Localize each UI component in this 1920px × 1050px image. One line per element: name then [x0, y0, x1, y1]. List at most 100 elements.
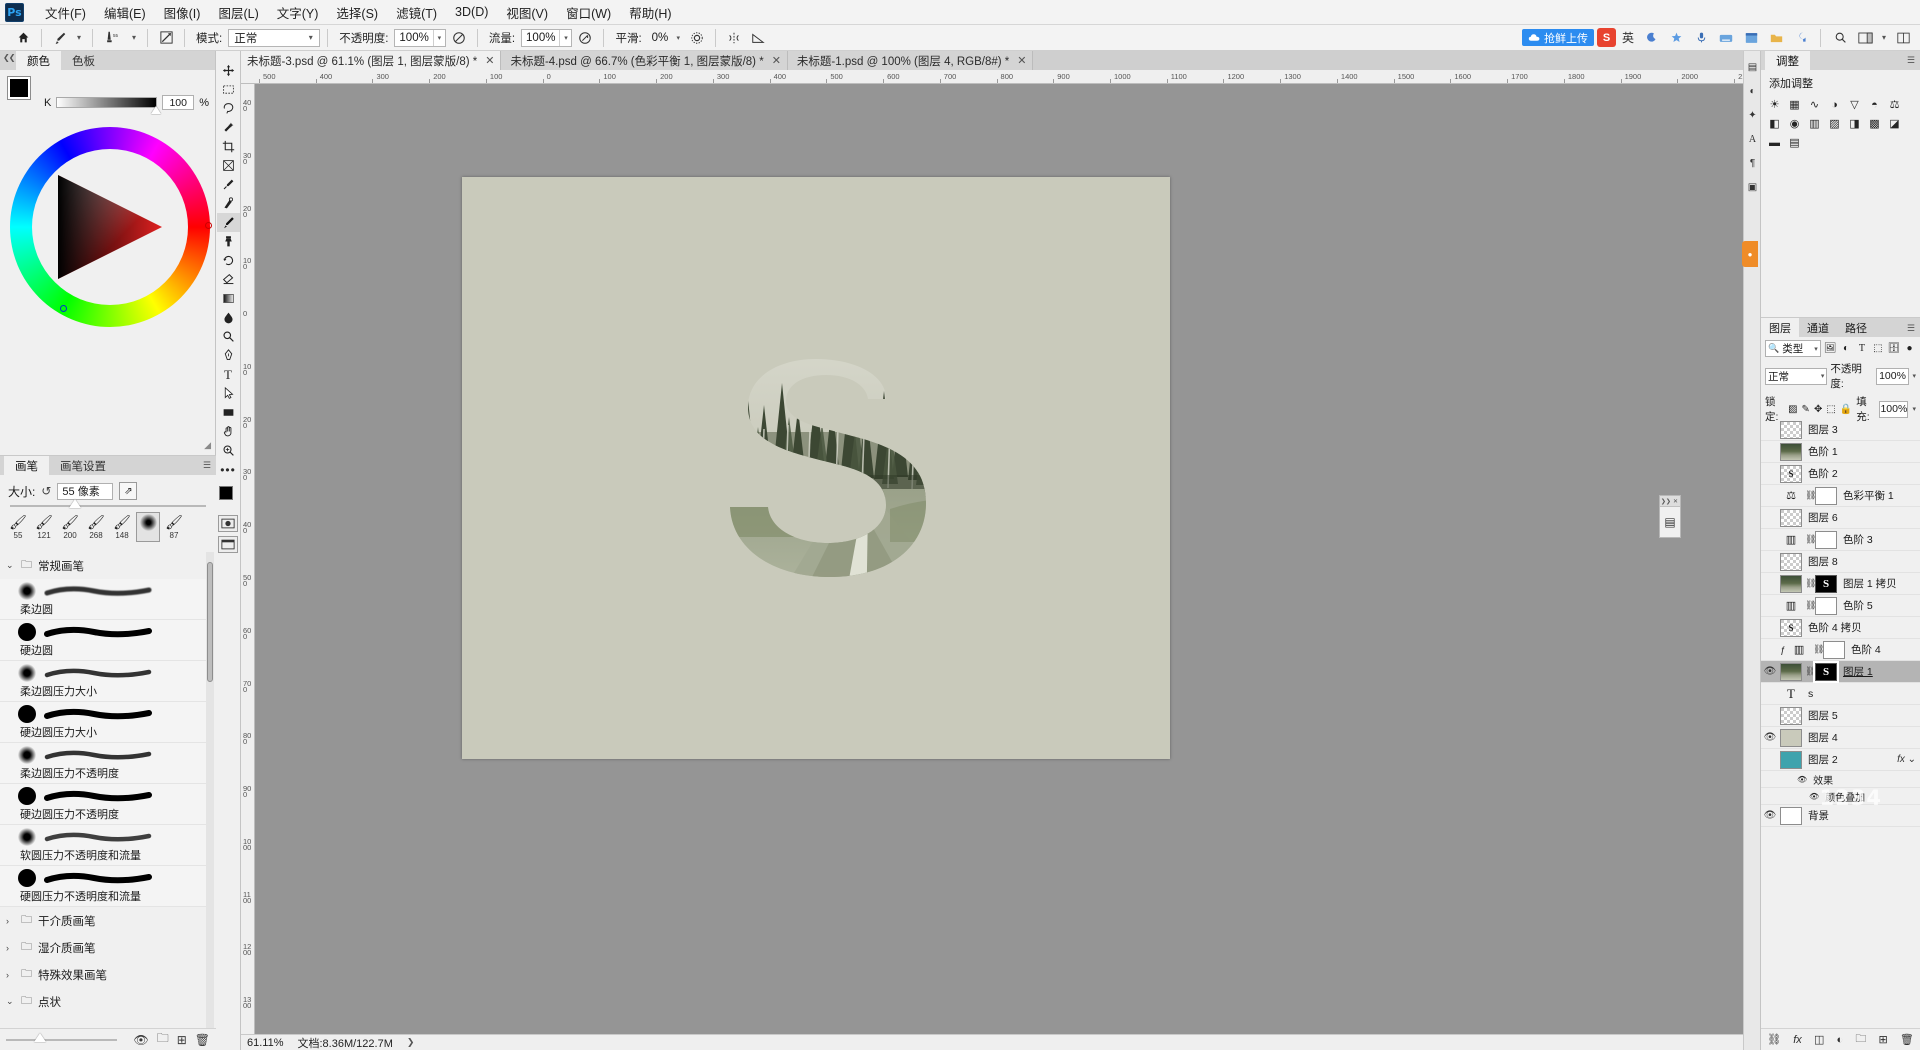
tab-adjustments[interactable]: 调整 — [1765, 51, 1810, 70]
character-icon[interactable]: A — [1744, 127, 1761, 151]
keyboard-icon[interactable] — [1715, 27, 1737, 49]
layer-thumbnail[interactable] — [1780, 662, 1802, 681]
slider-thumb[interactable] — [33, 1032, 46, 1042]
gear-icon[interactable] — [686, 27, 708, 49]
tab-layers[interactable]: 图层 — [1761, 318, 1799, 337]
delete-layer-icon[interactable]: 🗑 — [1900, 1033, 1914, 1046]
table-row[interactable]: 图层 8 — [1761, 551, 1920, 573]
tool-dodge[interactable] — [217, 327, 240, 346]
layer-thumbnail[interactable]: S — [1780, 464, 1802, 483]
panel-menu-icon[interactable]: ☰ — [1907, 323, 1915, 334]
paragraph-icon[interactable]: ¶ — [1744, 151, 1761, 175]
layer-thumbnail[interactable] — [1780, 706, 1802, 725]
styles-icon[interactable]: ✦ — [1744, 103, 1761, 127]
tool-history-brush[interactable] — [217, 251, 240, 270]
opacity-input[interactable]: 100% ▾ — [394, 28, 446, 47]
blend-mode-select[interactable]: 正常 ▾ — [228, 28, 321, 47]
brightness-icon[interactable]: ☀ — [1767, 97, 1782, 112]
artboard[interactable] — [462, 177, 1170, 759]
chevron-down-icon[interactable]: ▾ — [1912, 405, 1916, 413]
libraries-icon[interactable]: ▤ — [1744, 55, 1761, 79]
horizontal-ruler[interactable]: 500 400 300 200 100 0 100 200 300 400 500 600 700 800… — [241, 70, 1743, 84]
layer-name[interactable]: 图层 5 — [1805, 708, 1838, 723]
tool-quick-select[interactable] — [217, 118, 240, 137]
tool-type[interactable]: T — [217, 365, 240, 384]
preview-icon[interactable]: 👁 — [133, 1033, 148, 1047]
brush-preset-3[interactable]: 🖌 268 — [84, 512, 108, 542]
foreground-color-swatch[interactable] — [7, 76, 31, 100]
eye-small-icon[interactable]: 👁 — [1797, 775, 1807, 784]
layer-name[interactable]: 图层 1 — [1840, 664, 1873, 679]
workspace-icon[interactable] — [1854, 27, 1876, 49]
shape-filter-icon[interactable]: ⬚ — [1871, 341, 1884, 356]
toggle-filter-icon[interactable]: ● — [1903, 341, 1916, 356]
table-row[interactable]: 图层 6 — [1761, 507, 1920, 529]
layer-name[interactable]: 图层 3 — [1805, 422, 1838, 437]
layer-name[interactable]: 色阶 1 — [1805, 444, 1838, 459]
adjustments-icon[interactable]: ◐ — [1744, 79, 1761, 103]
brush-preset-4[interactable]: 🖌 148 — [110, 512, 134, 542]
layer-thumbnail[interactable] — [1780, 420, 1802, 439]
hue-marker[interactable] — [205, 222, 212, 229]
vertical-ruler[interactable]: 400 300 200 100 0 100 200 300 400 500 600 700 800 900… — [241, 84, 255, 1034]
smoothing-input[interactable]: 0% ▾ — [648, 29, 685, 47]
k-channel-value[interactable]: 100 — [162, 95, 195, 110]
brush-item[interactable]: 柔边圆压力不透明度 — [0, 743, 206, 784]
chevron-down-icon[interactable]: ▾ — [1912, 372, 1916, 380]
star-icon[interactable] — [1665, 27, 1687, 49]
hue-saturation-icon[interactable]: ◓ — [1867, 97, 1882, 112]
link-icon[interactable]: ⛓ — [1767, 1033, 1781, 1046]
airbrush-icon[interactable] — [574, 27, 596, 49]
tool-eyedropper[interactable] — [217, 175, 240, 194]
home-icon[interactable] — [12, 27, 34, 49]
tab-color[interactable]: 颜色 — [16, 51, 61, 70]
layer-name[interactable]: 图层 2 — [1805, 752, 1838, 767]
cloud-upload-button[interactable]: 抢鲜上传 — [1521, 29, 1594, 46]
menu-select[interactable]: 选择(S) — [327, 0, 387, 25]
brush-preset-1[interactable]: 🖌 121 — [32, 512, 56, 542]
link-icon[interactable]: ⛓ — [1805, 666, 1816, 677]
layer-name[interactable]: 图层 1 拷贝 — [1840, 576, 1897, 591]
tool-lasso[interactable] — [217, 99, 240, 118]
table-row[interactable]: ⛓ S 图层 1 拷贝 — [1761, 573, 1920, 595]
layer-mask-thumbnail[interactable] — [1815, 486, 1837, 505]
layer-thumbnail[interactable] — [1780, 552, 1802, 571]
brush-item[interactable]: 硬边圆压力大小 — [0, 702, 206, 743]
tab-untitled-1[interactable]: 未标题-1.psd @ 100% (图层 4, RGB/8#) * ✕ — [787, 51, 1034, 70]
layer-thumbnail[interactable] — [1780, 442, 1802, 461]
pixel-filter-icon[interactable]: 🖼 — [1824, 341, 1837, 356]
black-white-icon[interactable]: ◧ — [1767, 116, 1782, 131]
link-icon[interactable]: ⛓ — [1805, 600, 1816, 611]
layer-mask-thumbnail[interactable] — [1815, 530, 1837, 549]
smart-filter-icon[interactable]: 🗄 — [1887, 341, 1900, 356]
brush-preset-2[interactable]: 🖌 200 — [58, 512, 82, 542]
layer-name[interactable]: 图层 8 — [1805, 554, 1838, 569]
symmetry-icon[interactable] — [723, 27, 745, 49]
table-row[interactable]: 图层 2 fx ⌄ — [1761, 749, 1920, 771]
chevron-down-icon[interactable]: ▾ — [1879, 27, 1889, 49]
menu-3d[interactable]: 3D(D) — [446, 2, 497, 22]
layer-name[interactable]: 图层 6 — [1805, 510, 1838, 525]
brush-size-slider[interactable] — [10, 499, 206, 508]
quickmask-icon[interactable] — [218, 515, 238, 532]
canvas-area[interactable]: 500 400 300 200 100 0 100 200 300 400 500 600 700 800… — [241, 70, 1743, 1034]
close-icon[interactable]: ✕ — [485, 54, 494, 67]
threshold-icon[interactable]: ◪ — [1887, 116, 1902, 131]
lock-image-icon[interactable]: ✎ — [1802, 404, 1810, 415]
table-row[interactable]: 图层 5 — [1761, 705, 1920, 727]
chevron-down-icon[interactable]: ▾ — [672, 29, 684, 47]
menu-layer[interactable]: 图层(L) — [209, 0, 267, 25]
group-icon[interactable]: 🗀 — [1855, 1030, 1866, 1049]
layer-name[interactable]: 背景 — [1805, 808, 1829, 823]
fx-icon[interactable]: fx ⌄ — [1897, 754, 1920, 765]
layer-list[interactable]: 图层 3 色阶 1 S 色阶 2 ⚖ ⛓ 色彩平衡 1 图层 6 ▥ ⛓ 色阶 … — [1761, 419, 1920, 1028]
layer-blend-mode-select[interactable]: 正常 ▾ — [1765, 367, 1828, 385]
wrench-icon[interactable] — [1790, 27, 1812, 49]
layer-name[interactable]: 色阶 5 — [1840, 598, 1873, 613]
levels-icon[interactable]: ▥ — [1788, 641, 1810, 659]
brush-preset-picker[interactable]: 55 — [100, 27, 126, 49]
tool-blur[interactable] — [217, 308, 240, 327]
screenmode-icon[interactable] — [218, 536, 238, 553]
foreground-color-swatch[interactable] — [218, 486, 233, 500]
tab-brushes[interactable]: 画笔 — [4, 456, 49, 475]
